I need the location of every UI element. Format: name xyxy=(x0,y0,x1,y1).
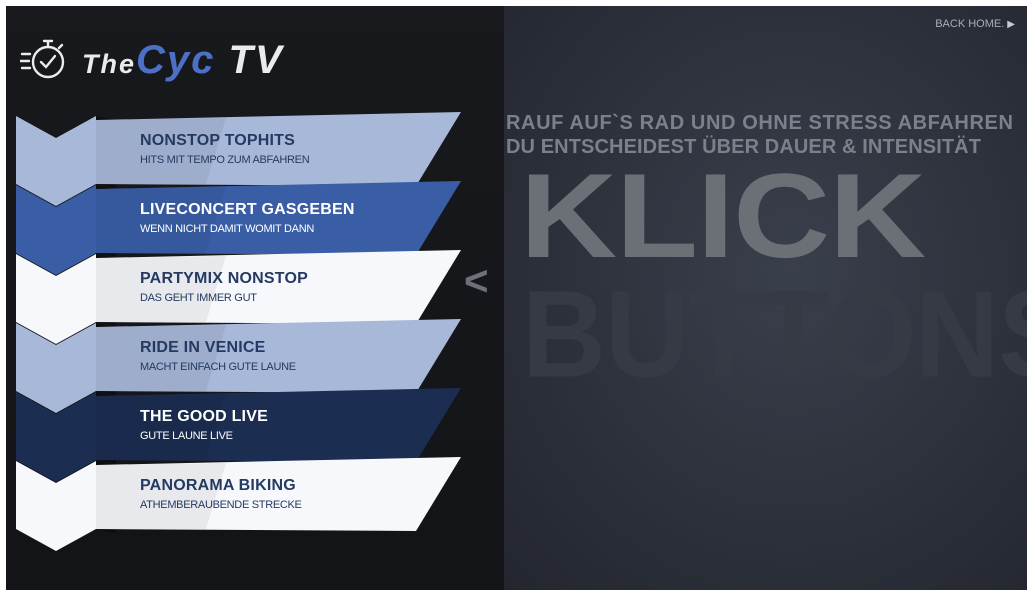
menu-item-subtitle: GUTE LAUNE LIVE xyxy=(140,430,233,442)
back-home-label: BACK HOME. xyxy=(935,18,1005,30)
menu-item-subtitle: HITS MIT TEMPO ZUM ABFAHREN xyxy=(140,154,310,166)
menu-item-title: PARTYMIX NONSTOP xyxy=(140,270,308,287)
menu-item-title: LIVECONCERT GASGEBEN xyxy=(140,201,355,218)
play-arrow-icon: ▶ xyxy=(1007,19,1015,30)
menu-item-subtitle: WENN NICHT DAMIT WOMIT DANN xyxy=(140,223,315,235)
menu-item-title: PANORAMA BIKING xyxy=(140,477,296,494)
hint-word-buttons: BUTTONS xyxy=(522,266,1027,404)
left-arrow-icon: < xyxy=(464,257,489,304)
menu-item[interactable]: NONSTOP TOPHITS HITS MIT TEMPO ZUM ABFAHR… xyxy=(140,123,460,187)
app-frame: TheCyc TV NONSTOP TOPHITS HITS MIT TEMPO … xyxy=(6,6,1027,590)
menu-item-title: NONSTOP TOPHITS xyxy=(140,132,296,149)
menu-item-subtitle: DAS GEHT IMMER GUT xyxy=(140,292,257,304)
menu-item-title: THE GOOD LIVE xyxy=(140,408,268,425)
menu-item-subtitle: MACHT EINFACH GUTE LAUNE xyxy=(140,361,296,373)
menu-item[interactable]: PANORAMA BIKING ATHEMBERAUBENDE STRECKE xyxy=(140,468,460,532)
tagline-line-1: RAUF AUF`S RAD UND OHNE STRESS ABFAHREN xyxy=(506,112,1014,134)
menu-item-subtitle: ATHEMBERAUBENDE STRECKE xyxy=(140,499,302,511)
back-home-link[interactable]: BACK HOME. ▶ xyxy=(935,18,1015,30)
menu-item[interactable]: RIDE IN VENICE MACHT EINFACH GUTE LAUNE xyxy=(140,330,460,394)
menu-item-title: RIDE IN VENICE xyxy=(140,339,266,356)
menu-item[interactable]: PARTYMIX NONSTOP DAS GEHT IMMER GUT xyxy=(140,261,460,325)
hint-word-klick: KLICK xyxy=(520,149,926,283)
menu-item[interactable]: LIVECONCERT GASGEBEN WENN NICHT DAMIT WOM… xyxy=(140,192,460,256)
menu-item[interactable]: THE GOOD LIVE GUTE LAUNE LIVE xyxy=(140,399,460,463)
